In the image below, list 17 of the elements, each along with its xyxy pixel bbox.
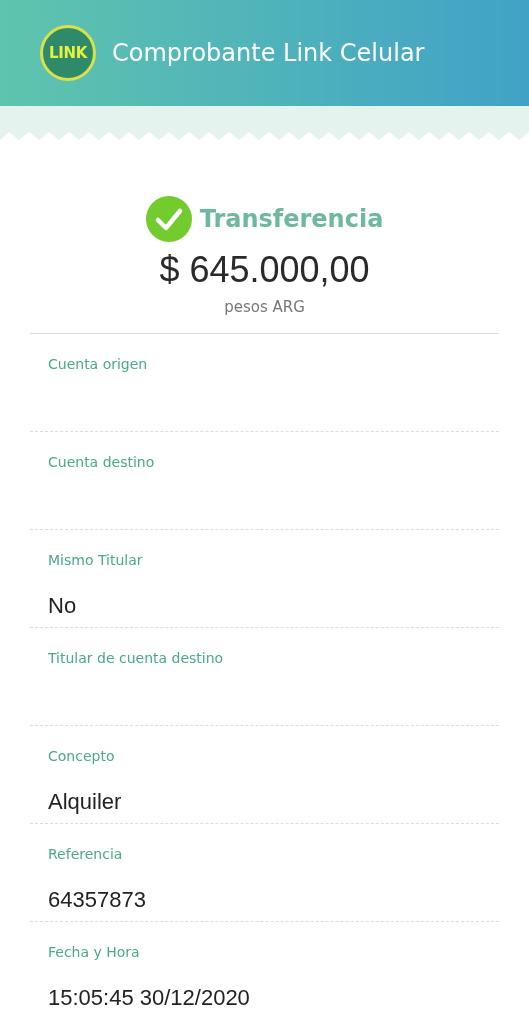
- field-label: Mismo Titular: [48, 550, 144, 570]
- field-value: 15:05:45 30/12/2020: [48, 983, 251, 1012]
- check-icon: [145, 196, 192, 242]
- field-value: No: [48, 591, 78, 620]
- field-value: 64357873: [48, 885, 147, 914]
- field-label: Titular de cuenta destino: [48, 648, 225, 668]
- field-label: Cuenta origen: [48, 354, 149, 374]
- field-label: Referencia: [48, 844, 124, 864]
- amount: $ 645.000,00: [159, 248, 370, 292]
- field-label: Concepto: [48, 746, 116, 766]
- header-title: Comprobante Link Celular: [112, 38, 425, 69]
- transaction-type: Transferencia: [199, 204, 384, 235]
- field-value: Alquiler: [48, 787, 123, 816]
- currency: pesos ARG: [224, 297, 305, 318]
- logo: LINK: [40, 25, 96, 81]
- field-label: Fecha y Hora: [48, 942, 141, 962]
- field-label: Cuenta destino: [48, 452, 156, 472]
